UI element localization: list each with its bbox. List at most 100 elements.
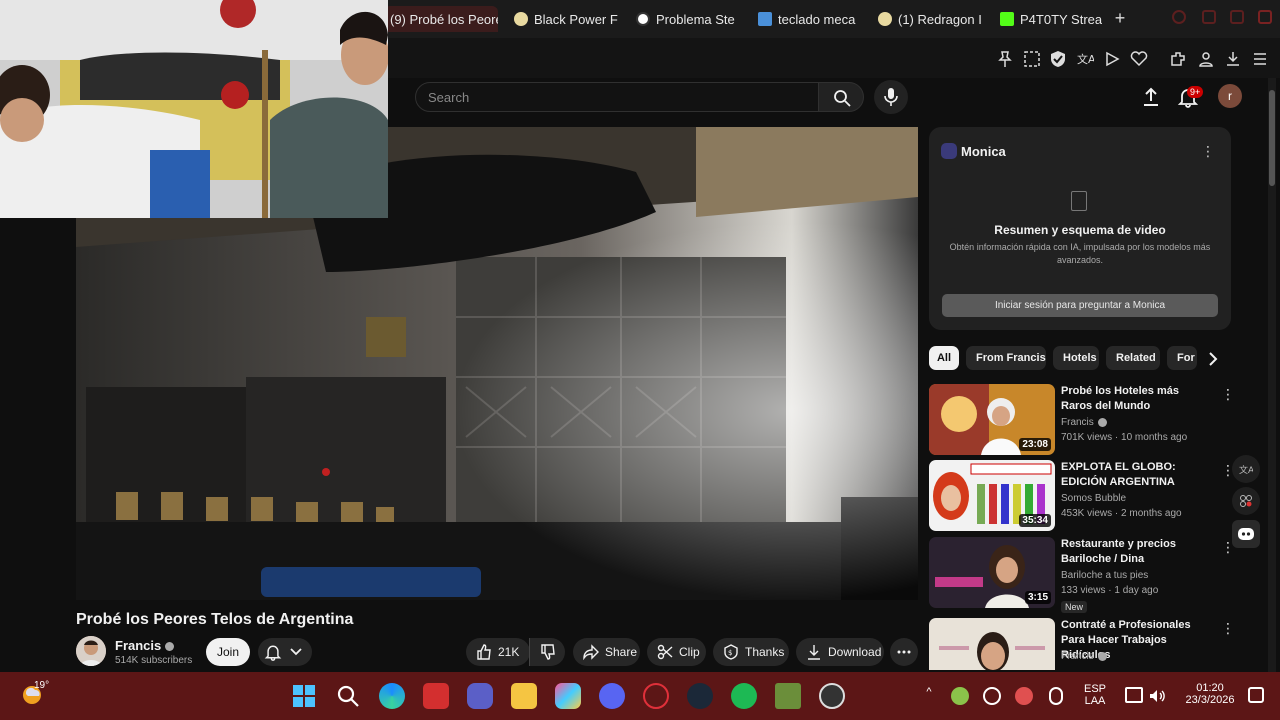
spotify-icon[interactable] (731, 683, 757, 709)
copilot-icon[interactable] (555, 683, 581, 709)
svg-text:$: $ (728, 649, 732, 657)
tab-problema-steam[interactable]: Problema Ste (630, 6, 740, 32)
extensions-icon[interactable] (1169, 50, 1187, 68)
verified-icon (165, 642, 175, 652)
chatgpt-icon (636, 12, 650, 26)
search-input[interactable]: Search (415, 82, 819, 112)
tab-teclado[interactable]: teclado meca (752, 6, 862, 32)
tray-chevron-up-icon[interactable]: ^ (922, 686, 936, 698)
language-indicator[interactable]: ESP LAA (1080, 683, 1110, 707)
clock[interactable]: 01:20 23/3/2026 (1176, 682, 1244, 706)
taskbar-search-button[interactable] (335, 683, 361, 709)
new-tab-button[interactable]: + (1110, 8, 1130, 28)
notification-count-badge: 9+ (1187, 86, 1204, 98)
chip-for-you[interactable]: For (1167, 346, 1197, 370)
microphone-icon (884, 88, 898, 106)
dislike-button[interactable] (529, 638, 565, 666)
download-icon[interactable] (1224, 50, 1242, 68)
start-button[interactable] (291, 683, 317, 709)
channel-name[interactable]: Francis (115, 638, 175, 653)
channel-avatar[interactable] (76, 636, 106, 666)
menu-icon[interactable] (1251, 50, 1269, 68)
discord-icon[interactable] (599, 683, 625, 709)
shopping-icon (758, 12, 772, 26)
close-icon[interactable] (1258, 10, 1272, 24)
video-duration: 23:08 (1019, 438, 1051, 451)
tab-black-power[interactable]: Black Power F (508, 6, 618, 32)
svg-text:文A: 文A (1239, 464, 1253, 476)
thanks-icon: $ (724, 644, 738, 660)
tab-label: P4T0TY Strea (1020, 11, 1102, 27)
recommendation-item[interactable]: 23:08 Probé los Hoteles más Raros del Mu… (929, 384, 1235, 456)
voice-search-button[interactable] (874, 80, 908, 114)
chip-from-francis[interactable]: From Francis (966, 346, 1046, 370)
screen: (9) Probé los Peore Black Power F Proble… (0, 0, 1280, 720)
edge-icon[interactable] (379, 683, 405, 709)
monica-float-button[interactable] (1232, 520, 1260, 548)
pin-icon[interactable] (996, 50, 1014, 68)
minecraft-icon[interactable] (775, 683, 801, 709)
scrollbar-thumb[interactable] (1269, 90, 1275, 186)
obs-icon[interactable] (819, 683, 845, 709)
join-button[interactable]: Join (206, 638, 250, 666)
share-icon (583, 644, 599, 660)
screenshot-icon[interactable] (1023, 50, 1041, 68)
acrobat-icon[interactable] (423, 683, 449, 709)
tab-p4t0ty[interactable]: P4T0TY Strea (994, 6, 1102, 32)
volume-icon[interactable] (1148, 687, 1166, 705)
subscription-bell-button[interactable] (258, 638, 312, 666)
search-button[interactable] (818, 82, 864, 112)
share-button[interactable]: Share (573, 638, 640, 666)
chip-related[interactable]: Related (1106, 346, 1160, 370)
opera-icon[interactable] (643, 683, 669, 709)
tray-speedometer-icon[interactable] (1015, 687, 1033, 705)
tray-sync-icon[interactable] (983, 687, 1001, 705)
new-badge: New (1061, 601, 1088, 613)
tab-active-video[interactable]: (9) Probé los Peore (384, 6, 498, 32)
minimize-icon[interactable] (1172, 10, 1186, 24)
recommendation-item[interactable]: Contraté a Profesionales Para Hacer Trab… (929, 618, 1229, 670)
translate-float-button[interactable]: 文A (1232, 455, 1260, 483)
clip-button[interactable]: Clip (647, 638, 706, 666)
restore-icon[interactable] (1202, 10, 1216, 24)
chevron-down-icon (290, 648, 302, 656)
teams-icon[interactable] (467, 683, 493, 709)
kebab-menu-icon[interactable]: ⋮ (1201, 143, 1215, 160)
more-actions-button[interactable] (890, 638, 918, 666)
heart-icon[interactable] (1130, 50, 1148, 68)
recommendation-item[interactable]: 35:34 EXPLOTA EL GLOBO: EDICIÓN ARGENTIN… (929, 460, 1235, 532)
like-button[interactable]: 21K (466, 638, 530, 666)
apps-icon (1240, 495, 1252, 507)
recommendation-item[interactable]: 3:15 Restaurante y precios Bariloche / D… (929, 537, 1235, 613)
recommendation-meta: 701K views · 10 months ago (1061, 432, 1188, 443)
monica-login-button[interactable]: Iniciar sesión para preguntar a Monica (942, 294, 1218, 317)
tray-app-icon[interactable] (951, 687, 969, 705)
apps-float-button[interactable] (1232, 487, 1260, 515)
svg-text:文A: 文A (1077, 52, 1094, 66)
notification-center-icon[interactable] (1248, 687, 1264, 703)
tab-label: teclado meca (778, 11, 856, 27)
file-explorer-icon[interactable] (511, 683, 537, 709)
video-thumbnail (929, 618, 1055, 670)
chevron-right-icon[interactable] (1204, 350, 1222, 368)
recommendation-channel: Somos Bubble (1061, 493, 1127, 504)
tab-redragon[interactable]: (1) Redragon I (872, 6, 984, 32)
account-avatar[interactable]: r (1218, 84, 1242, 108)
download-button[interactable]: Download (796, 638, 884, 666)
profile-icon[interactable] (1197, 50, 1215, 68)
date-text: 23/3/2026 (1185, 694, 1235, 706)
play-icon[interactable] (1103, 50, 1121, 68)
chip-hotels[interactable]: Hotels (1053, 346, 1099, 370)
tray-microphone-icon[interactable] (1049, 687, 1063, 705)
network-icon[interactable] (1125, 687, 1143, 703)
thanks-button[interactable]: $ Thanks (713, 638, 789, 666)
tab-favicon-icon (878, 12, 892, 26)
kebab-menu-icon[interactable]: ⋮ (1221, 620, 1229, 637)
kebab-menu-icon[interactable]: ⋮ (1221, 386, 1235, 403)
shield-check-icon[interactable] (1049, 50, 1067, 68)
maximize-icon[interactable] (1230, 10, 1244, 24)
translate-icon[interactable]: 文A (1076, 50, 1094, 68)
upload-icon[interactable] (1140, 86, 1162, 108)
chip-all[interactable]: All (929, 346, 959, 370)
steam-icon[interactable] (687, 683, 713, 709)
